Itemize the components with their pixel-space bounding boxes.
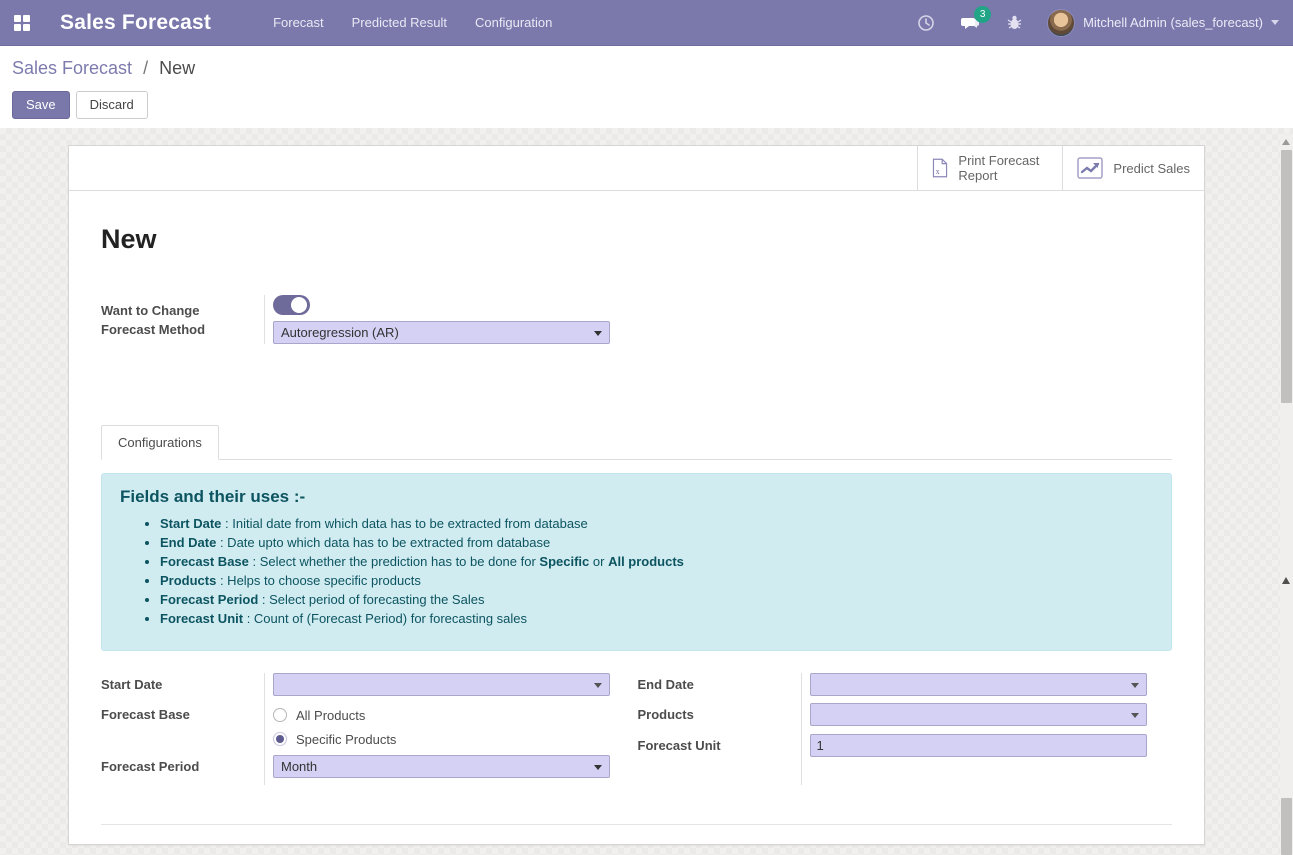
user-name: Mitchell Admin (sales_forecast) bbox=[1083, 15, 1263, 30]
info-bullet-forecast-base: Forecast Base : Select whether the predi… bbox=[160, 554, 1153, 569]
select-arrow-icon bbox=[594, 331, 602, 336]
radio-all-products-circle[interactable] bbox=[273, 708, 287, 722]
print-forecast-report-label: Print Forecast Report bbox=[958, 153, 1048, 183]
start-date-input[interactable] bbox=[273, 673, 610, 696]
breadcrumb-parent-link[interactable]: Sales Forecast bbox=[12, 58, 132, 78]
record-title: New bbox=[101, 224, 1172, 255]
forecast-period-select[interactable]: Month bbox=[273, 755, 610, 778]
date-dropdown-arrow-icon bbox=[1131, 683, 1139, 688]
forecast-base-label: Forecast Base bbox=[101, 703, 254, 755]
field-zone: Start Date Forecast Base Forecast Period bbox=[101, 673, 1172, 785]
end-date-label: End Date bbox=[638, 673, 791, 703]
vertical-scrollbar[interactable] bbox=[1280, 135, 1293, 855]
apps-menu-icon[interactable] bbox=[14, 15, 30, 31]
info-bullet-forecast-unit: Forecast Unit : Count of (Forecast Perio… bbox=[160, 611, 1153, 626]
activities-clock-icon[interactable] bbox=[915, 12, 937, 34]
user-menu[interactable]: Mitchell Admin (sales_forecast) bbox=[1047, 9, 1279, 37]
print-forecast-report-button[interactable]: x Print Forecast Report bbox=[917, 146, 1062, 190]
breadcrumb: Sales Forecast / New bbox=[12, 58, 1281, 79]
top-navbar: Sales Forecast Forecast Predicted Result… bbox=[0, 0, 1293, 46]
scrollbar-thumb[interactable] bbox=[1281, 150, 1292, 403]
notebook-tabs: Configurations bbox=[101, 425, 1172, 460]
content-area: x Print Forecast Report Predict Sales Ne… bbox=[0, 128, 1293, 855]
chart-trend-icon bbox=[1077, 157, 1103, 179]
forecast-unit-label: Forecast Unit bbox=[638, 734, 791, 764]
bottom-divider bbox=[101, 824, 1172, 825]
forecast-method-select[interactable]: Autoregression (AR) bbox=[273, 321, 610, 344]
app-title[interactable]: Sales Forecast bbox=[60, 11, 211, 35]
sheet-header: x Print Forecast Report Predict Sales bbox=[69, 146, 1204, 191]
discard-button[interactable]: Discard bbox=[76, 91, 148, 119]
scrollbar-thumb[interactable] bbox=[1281, 798, 1292, 855]
form-sheet: x Print Forecast Report Predict Sales Ne… bbox=[68, 145, 1205, 845]
products-label: Products bbox=[638, 703, 791, 734]
many2many-dropdown-arrow-icon bbox=[1131, 713, 1139, 718]
info-bullet-forecast-period: Forecast Period : Select period of forec… bbox=[160, 592, 1153, 607]
nav-item-configuration[interactable]: Configuration bbox=[475, 1, 552, 44]
info-title: Fields and their uses :- bbox=[120, 487, 1153, 507]
scroll-up-arrow-icon[interactable] bbox=[1282, 139, 1290, 145]
message-count-badge: 3 bbox=[974, 6, 991, 23]
predict-sales-button[interactable]: Predict Sales bbox=[1062, 146, 1204, 190]
info-bullet-start-date: Start Date : Initial date from which dat… bbox=[160, 516, 1153, 531]
info-alert: Fields and their uses :- Start Date : In… bbox=[101, 473, 1172, 651]
debug-bug-icon[interactable] bbox=[1003, 12, 1025, 34]
breadcrumb-separator: / bbox=[143, 58, 148, 78]
info-bullet-list: Start Date : Initial date from which dat… bbox=[160, 516, 1153, 626]
nav-menu: Forecast Predicted Result Configuration bbox=[273, 1, 552, 44]
svg-text:x: x bbox=[936, 167, 940, 176]
predict-sales-label: Predict Sales bbox=[1113, 161, 1190, 176]
nav-item-forecast[interactable]: Forecast bbox=[273, 1, 324, 44]
forecast-method-label: Want to Change Forecast Method bbox=[101, 295, 264, 344]
products-input[interactable] bbox=[810, 703, 1147, 726]
start-date-label: Start Date bbox=[101, 673, 254, 703]
nav-item-predicted-result[interactable]: Predicted Result bbox=[352, 1, 447, 44]
forecast-method-group: Want to Change Forecast Method Autoregre… bbox=[101, 295, 1172, 344]
forecast-base-radio-group: All Products Specific Products bbox=[273, 703, 637, 755]
date-dropdown-arrow-icon bbox=[594, 683, 602, 688]
user-avatar[interactable] bbox=[1047, 9, 1075, 37]
forecast-unit-input[interactable] bbox=[810, 734, 1147, 757]
control-panel: Sales Forecast / New Save Discard bbox=[0, 46, 1293, 128]
forecast-method-value: Autoregression (AR) bbox=[281, 325, 399, 340]
fields-right-column: End Date Products Forecast Unit bbox=[638, 673, 1173, 785]
user-menu-caret-icon bbox=[1271, 20, 1279, 25]
scroll-up-arrow-icon[interactable] bbox=[1282, 577, 1290, 584]
forecast-period-label: Forecast Period bbox=[101, 755, 254, 785]
excel-file-icon: x bbox=[932, 155, 948, 181]
select-arrow-icon bbox=[594, 765, 602, 770]
radio-specific-products-circle[interactable] bbox=[273, 732, 287, 746]
end-date-input[interactable] bbox=[810, 673, 1147, 696]
info-bullet-products: Products : Helps to choose specific prod… bbox=[160, 573, 1153, 588]
info-bullet-end-date: End Date : Date upto which data has to b… bbox=[160, 535, 1153, 550]
messages-icon[interactable]: 3 bbox=[959, 12, 981, 34]
save-button[interactable]: Save bbox=[12, 91, 70, 119]
breadcrumb-current: New bbox=[159, 58, 195, 78]
fields-left-column: Start Date Forecast Base Forecast Period bbox=[101, 673, 637, 785]
radio-specific-products[interactable]: Specific Products bbox=[273, 727, 637, 751]
forecast-method-toggle[interactable] bbox=[273, 295, 310, 315]
toggle-knob bbox=[291, 297, 307, 313]
tab-configurations[interactable]: Configurations bbox=[101, 425, 219, 460]
radio-all-products[interactable]: All Products bbox=[273, 703, 637, 727]
